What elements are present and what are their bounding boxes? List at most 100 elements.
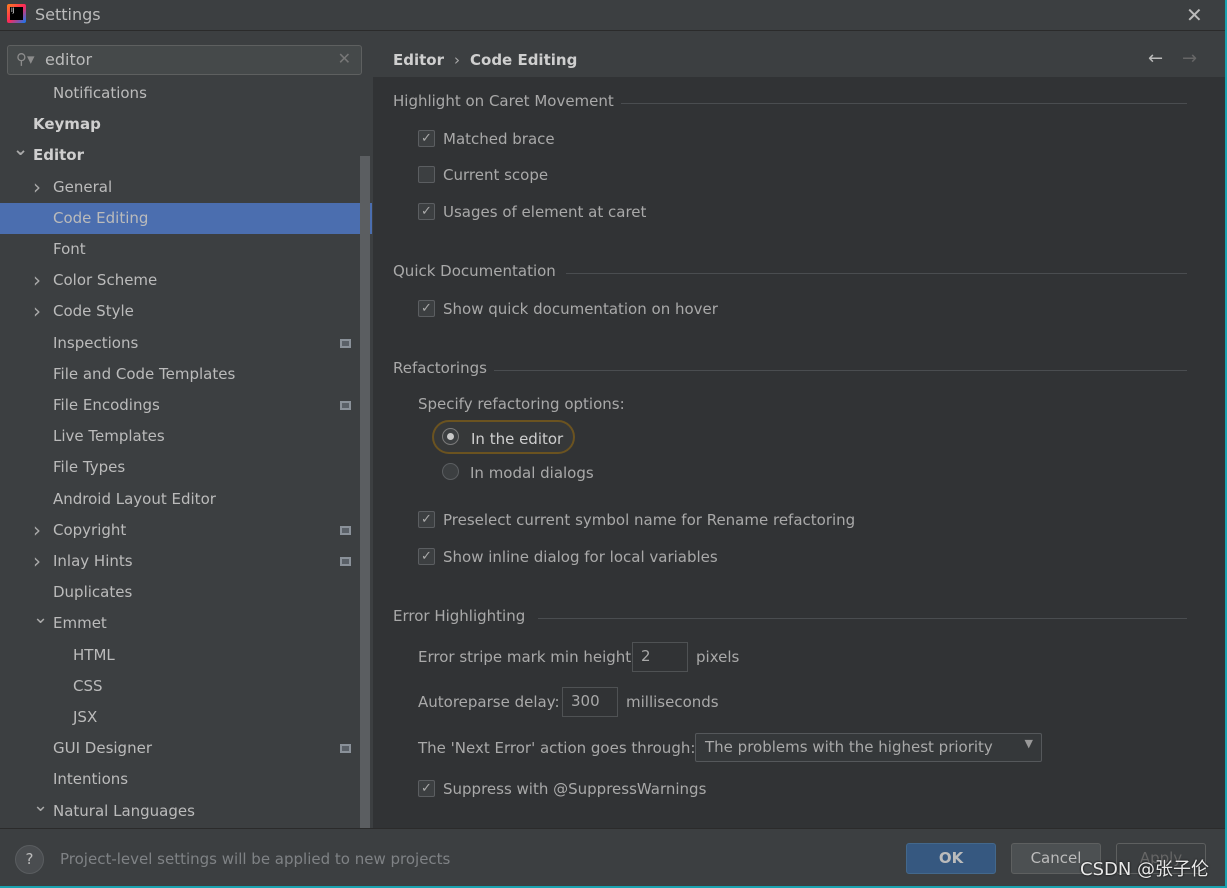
search-value: editor bbox=[45, 50, 93, 69]
sidebar-item-editor[interactable]: ⌄ Editor bbox=[0, 139, 372, 171]
project-level-icon bbox=[340, 525, 351, 535]
sidebar-item-label: Duplicates bbox=[53, 583, 133, 602]
sidebar-item-emmet[interactable]: ⌄ Emmet bbox=[0, 607, 372, 639]
sidebar-item-inspections[interactable]: Inspections bbox=[0, 328, 372, 359]
sidebar-item-label: File Encodings bbox=[53, 396, 160, 414]
sidebar-item-label: Font bbox=[53, 240, 86, 258]
clear-search-icon[interactable]: ✕ bbox=[338, 49, 351, 68]
sidebar-item-copyright[interactable]: › Copyright bbox=[0, 515, 372, 546]
breadcrumb: Editor › Code Editing bbox=[393, 51, 577, 69]
radio-selected-icon bbox=[442, 428, 459, 445]
sidebar-item-general[interactable]: › General bbox=[0, 172, 372, 203]
sidebar-item-html[interactable]: HTML bbox=[0, 640, 372, 671]
content-header: Editor › Code Editing ← → bbox=[373, 32, 1227, 77]
intellij-logo-icon: IJ bbox=[7, 4, 26, 23]
chevron-down-icon[interactable]: ⌄ bbox=[13, 134, 28, 165]
sidebar-item-label: Android Layout Editor bbox=[53, 489, 216, 508]
sidebar-item-css[interactable]: CSS bbox=[0, 671, 372, 702]
chevron-right-icon[interactable]: › bbox=[33, 546, 41, 577]
checkbox-matched-brace[interactable]: ✓ Matched brace bbox=[418, 129, 555, 149]
radio-unselected-icon bbox=[442, 463, 459, 480]
sidebar-item-code-editing[interactable]: Code Editing bbox=[0, 202, 372, 234]
breadcrumb-current: Code Editing bbox=[470, 51, 578, 69]
chevron-right-icon[interactable]: › bbox=[33, 296, 41, 327]
chevron-right-icon[interactable]: › bbox=[33, 515, 41, 546]
sidebar-item-notifications[interactable]: Notifications bbox=[0, 78, 372, 109]
checkbox-label: Suppress with @SuppressWarnings bbox=[443, 780, 707, 798]
radio-in-modal-dialogs[interactable]: In modal dialogs bbox=[433, 456, 604, 490]
chevron-down-icon[interactable]: ⌄ bbox=[33, 790, 48, 821]
chevron-down-icon[interactable]: ⌄ bbox=[33, 602, 48, 633]
checkbox-checked-icon: ✓ bbox=[418, 130, 435, 147]
sidebar-item-natural-languages[interactable]: ⌄ Natural Languages bbox=[0, 795, 372, 827]
sidebar-item-file-and-code-templates[interactable]: File and Code Templates bbox=[0, 359, 372, 390]
sidebar-item-code-style[interactable]: › Code Style bbox=[0, 296, 372, 327]
error-stripe-unit: pixels bbox=[696, 648, 740, 666]
settings-sidebar: ⚲▾ editor ✕ Notifications Keymap ⌄ Editor › G… bbox=[0, 32, 372, 828]
close-icon[interactable]: ✕ bbox=[1186, 3, 1203, 27]
breadcrumb-separator: › bbox=[454, 51, 460, 69]
radio-in-the-editor[interactable]: In the editor bbox=[432, 420, 576, 454]
autoreparse-unit: milliseconds bbox=[626, 693, 719, 711]
chevron-right-icon[interactable]: › bbox=[33, 265, 41, 296]
sidebar-item-label: General bbox=[53, 177, 113, 196]
checkbox-current-scope[interactable]: Current scope bbox=[418, 165, 548, 185]
sidebar-item-file-types[interactable]: File Types bbox=[0, 452, 372, 483]
sidebar-item-inlay-hints[interactable]: › Inlay Hints bbox=[0, 546, 372, 577]
back-arrow-icon[interactable]: ← bbox=[1148, 48, 1163, 69]
section-title-refactor: Refactorings bbox=[393, 359, 487, 377]
checkbox-label: Current scope bbox=[443, 166, 549, 184]
sidebar-item-label: JSX bbox=[73, 708, 98, 726]
section-title-caret: Highlight on Caret Movement bbox=[393, 92, 614, 110]
next-error-dropdown[interactable]: The problems with the highest priority ▼ bbox=[695, 733, 1042, 762]
checkbox-label: Usages of element at caret bbox=[443, 203, 647, 221]
title-bar: IJ Settings ✕ bbox=[0, 0, 1227, 31]
search-input[interactable]: ⚲▾ editor ✕ bbox=[7, 45, 362, 75]
checkbox-label: Preselect current symbol name for Rename… bbox=[443, 511, 856, 529]
sidebar-item-android-layout-editor[interactable]: Android Layout Editor bbox=[0, 484, 372, 515]
sidebar-item-font[interactable]: Font bbox=[0, 234, 372, 265]
chevron-down-icon: ▼ bbox=[1024, 737, 1033, 750]
breadcrumb-parent[interactable]: Editor bbox=[393, 51, 444, 69]
sidebar-item-label: CSS bbox=[73, 676, 103, 695]
refactoring-prompt: Specify refactoring options: bbox=[418, 395, 625, 413]
radio-label: In the editor bbox=[471, 430, 564, 448]
window-title: Settings bbox=[35, 5, 101, 24]
ok-button[interactable]: OK bbox=[906, 843, 996, 874]
sidebar-item-gui-designer[interactable]: GUI Designer bbox=[0, 733, 372, 764]
sidebar-item-label: Emmet bbox=[53, 614, 107, 633]
checkbox-show-quick-documentation-on-hover[interactable]: ✓ Show quick documentation on hover bbox=[418, 299, 718, 319]
sidebar-item-label: Natural Languages bbox=[53, 801, 195, 820]
checkbox-checked-icon: ✓ bbox=[418, 511, 435, 528]
sidebar-item-label: Copyright bbox=[53, 520, 127, 539]
sidebar-item-color-scheme[interactable]: › Color Scheme bbox=[0, 265, 372, 296]
search-icon: ⚲▾ bbox=[16, 50, 35, 68]
sidebar-item-label: Inspections bbox=[53, 333, 139, 352]
sidebar-item-intentions[interactable]: Intentions bbox=[0, 764, 372, 795]
sidebar-item-file-encodings[interactable]: File Encodings bbox=[0, 390, 372, 421]
forward-arrow-icon[interactable]: → bbox=[1182, 48, 1197, 69]
project-level-icon bbox=[340, 401, 351, 410]
chevron-right-icon[interactable]: › bbox=[33, 172, 41, 203]
sidebar-item-label: Notifications bbox=[53, 84, 147, 102]
help-button[interactable]: ? bbox=[15, 845, 44, 874]
checkbox-show-inline-dialog-for-local-variables[interactable]: ✓ Show inline dialog for local variables bbox=[418, 547, 718, 567]
sidebar-item-live-templates[interactable]: Live Templates bbox=[0, 421, 372, 452]
section-divider bbox=[538, 618, 1187, 619]
autoreparse-input[interactable]: 300 bbox=[562, 687, 618, 717]
checkbox-label: Matched brace bbox=[443, 130, 555, 148]
checkbox-usages-of-element-at-caret[interactable]: ✓ Usages of element at caret bbox=[418, 202, 646, 222]
checkbox-label: Show quick documentation on hover bbox=[443, 300, 718, 318]
checkbox-unchecked-icon bbox=[418, 166, 435, 183]
checkbox-suppress-with-suppresswarnings[interactable]: ✓ Suppress with @SuppressWarnings bbox=[418, 779, 706, 799]
section-divider bbox=[621, 103, 1187, 104]
sidebar-item-jsx[interactable]: JSX bbox=[0, 702, 372, 733]
sidebar-scrollbar[interactable] bbox=[360, 156, 370, 828]
checkbox-preselect-current-symbol-name-for-rename-refactoring[interactable]: ✓ Preselect current symbol name for Renam… bbox=[418, 510, 855, 530]
sidebar-item-duplicates[interactable]: Duplicates bbox=[0, 577, 372, 608]
sidebar-item-keymap[interactable]: Keymap bbox=[0, 109, 372, 140]
next-error-value: The problems with the highest priority bbox=[705, 738, 993, 756]
error-stripe-input[interactable]: 2 bbox=[632, 642, 688, 672]
sidebar-item-label: Intentions bbox=[53, 770, 129, 789]
section-title-quickdoc: Quick Documentation bbox=[393, 262, 556, 280]
